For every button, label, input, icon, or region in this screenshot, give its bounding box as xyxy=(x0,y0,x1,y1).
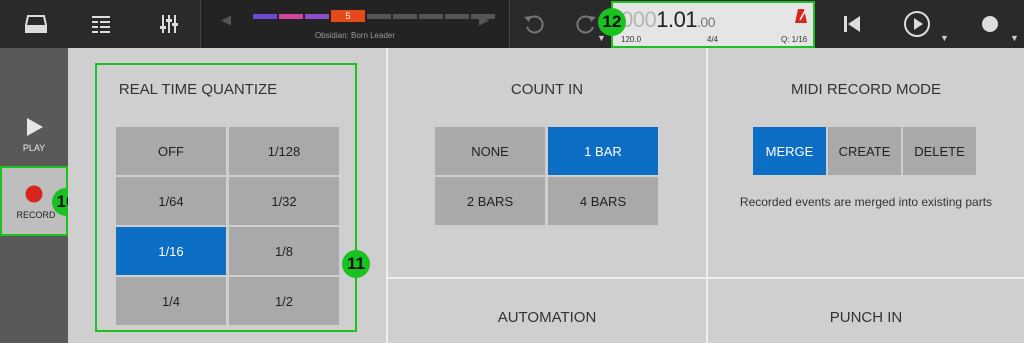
quantize-option-1-32[interactable]: 1/32 xyxy=(229,177,339,225)
annotation-badge: 12 xyxy=(598,8,626,36)
count-in-option-2-bars[interactable]: 2 BARS xyxy=(435,177,545,225)
play-triangle-icon xyxy=(27,118,43,136)
play-mode-button[interactable]: PLAY xyxy=(0,112,68,158)
count-in-option-1-bar[interactable]: 1 BAR xyxy=(548,127,658,175)
panel-title: MIDI RECORD MODE xyxy=(791,81,941,98)
quantize-readout: Q: 1/16 xyxy=(781,35,808,44)
quantize-option-1-2[interactable]: 1/2 xyxy=(229,277,339,325)
top-toolbar: ◀ 5 ▶ Obsidian: Born Leader 0001.01.00 1… xyxy=(0,0,1024,48)
play-mode-label: PLAY xyxy=(22,143,46,153)
automation-panel[interactable]: AUTOMATION xyxy=(388,279,706,343)
previous-part-icon[interactable]: ◀ xyxy=(221,12,231,28)
record-mode-delete-button[interactable]: DELETE xyxy=(903,127,976,175)
part-strip[interactable]: 5 xyxy=(253,10,495,22)
panel-title: PUNCH IN xyxy=(829,309,903,326)
position-counter[interactable]: 0001.01.00 120.0 4/4 Q: 1/16 xyxy=(611,1,815,48)
part-segment[interactable] xyxy=(253,14,277,19)
annotation-badge: 11 xyxy=(342,250,370,278)
record-mode-merge-button[interactable]: MERGE xyxy=(753,127,826,175)
panel-title: REAL TIME QUANTIZE xyxy=(118,81,278,98)
quantize-option-1-4[interactable]: 1/4 xyxy=(116,277,226,325)
next-part-icon[interactable]: ▶ xyxy=(479,12,489,28)
undo-icon[interactable] xyxy=(520,10,548,38)
record-mode-button[interactable]: RECORD 10 xyxy=(0,166,80,236)
real-time-quantize-panel: REAL TIME QUANTIZE OFF 1/128 1/64 1/32 1… xyxy=(68,48,386,343)
panel-title: AUTOMATION xyxy=(497,309,597,326)
rewind-icon[interactable] xyxy=(838,10,866,38)
song-panel[interactable]: ◀ 5 ▶ Obsidian: Born Leader xyxy=(201,0,509,48)
counter-position: 0001.01.00 xyxy=(621,7,716,32)
current-part-segment[interactable]: 5 xyxy=(331,10,365,22)
play-icon[interactable] xyxy=(903,10,931,38)
browser-icon[interactable] xyxy=(22,10,50,38)
punch-in-panel[interactable]: PUNCH IN xyxy=(708,279,1024,343)
part-segment[interactable] xyxy=(279,14,303,19)
record-mode-description: Recorded events are merged into existing… xyxy=(739,195,993,209)
part-segment[interactable] xyxy=(419,14,443,19)
song-name: Obsidian: Born Leader xyxy=(314,31,396,40)
quantize-option-1-64[interactable]: 1/64 xyxy=(116,177,226,225)
play-options-icon[interactable]: ▼ xyxy=(940,33,949,43)
redo-icon[interactable] xyxy=(572,10,600,38)
count-in-option-4-bars[interactable]: 4 BARS xyxy=(548,177,658,225)
quantize-option-1-16[interactable]: 1/16 xyxy=(116,227,226,275)
record-dot-icon xyxy=(25,185,43,203)
part-segment[interactable] xyxy=(367,14,391,19)
part-segment[interactable] xyxy=(445,14,469,19)
metronome-icon[interactable] xyxy=(795,9,807,23)
part-segment[interactable] xyxy=(305,14,329,19)
count-in-option-none[interactable]: NONE xyxy=(435,127,545,175)
track-list-icon[interactable] xyxy=(87,10,115,38)
tempo-readout: 120.0 xyxy=(621,35,642,44)
record-mode-create-button[interactable]: CREATE xyxy=(828,127,901,175)
midi-record-mode-panel: MIDI RECORD MODE MERGE CREATE DELETE Rec… xyxy=(708,48,1024,277)
quantize-option-1-8[interactable]: 1/8 xyxy=(229,227,339,275)
quantize-option-1-128[interactable]: 1/128 xyxy=(229,127,339,175)
panel-title: COUNT IN xyxy=(510,81,584,98)
count-in-panel: COUNT IN NONE 1 BAR 2 BARS 4 BARS xyxy=(388,48,706,277)
quantize-option-off[interactable]: OFF xyxy=(116,127,226,175)
time-signature-readout: 4/4 xyxy=(707,35,719,44)
record-icon[interactable] xyxy=(976,10,1004,38)
record-options-icon[interactable]: ▼ xyxy=(1010,33,1019,43)
mixer-icon[interactable] xyxy=(155,10,183,38)
part-segment[interactable] xyxy=(393,14,417,19)
redo-options-icon[interactable]: ▼ xyxy=(597,33,606,43)
